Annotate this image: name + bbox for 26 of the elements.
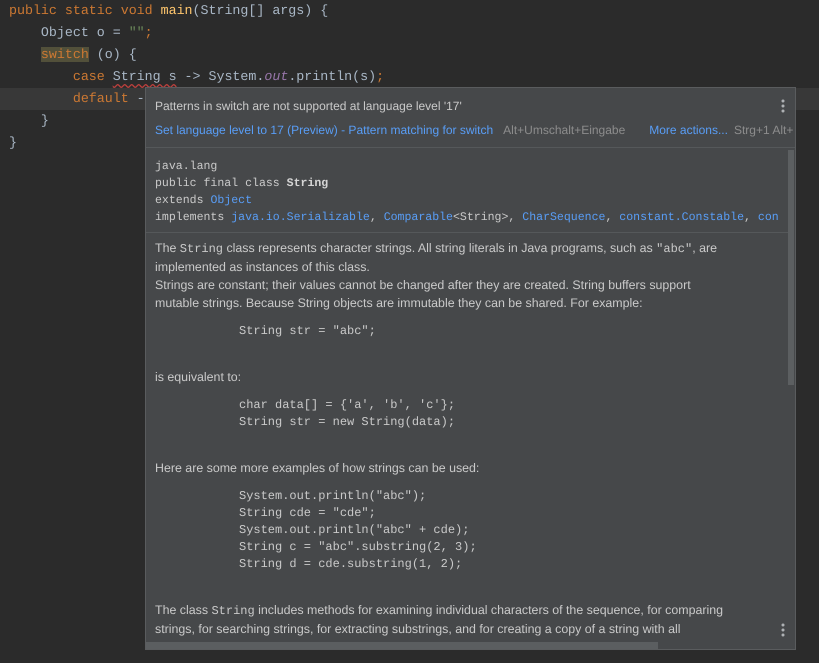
code-line: public static void main(String[] args) { [9,2,328,20]
more-options-icon[interactable] [781,623,785,637]
doc-paragraph: The class String includes methods for examining individual characters of the sequence, for comparing strings, for searching strings, for extracting substrings, and for creating a copy of a string with all [155,602,724,638]
signature-line: public final class String [155,176,328,192]
code-line: case String s -> System.out.println(s); [72,68,384,86]
code-line: } [40,112,49,130]
doc-paragraph: The String class represents character strings. All string literals in Java programs, such as "abc", are implemented as instances of this class. Strings are constant; their values cannot be changed after they are created. String buffers support mutable strings. Because String objects are immutable they can be shared. For example: [155,240,717,312]
more-actions-link[interactable]: More actions... [649,121,728,139]
code-line: } [9,134,17,152]
code-line: Object o = ""; [40,24,153,42]
code-example: char data[] = {'a', 'b', 'c'}; String str = new String(data); [239,397,456,431]
signature-line: java.lang [155,159,218,175]
code-line: switch (o) { [40,46,137,64]
code-line: default - [72,90,145,108]
shortcut-hint: Strg+1 Alt+ [734,122,794,139]
shortcut-hint: Alt+Umschalt+Eingabe [503,122,626,139]
doc-paragraph: Here are some more examples of how strings can be used: [155,460,480,477]
code-example: System.out.println("abc"); String cde = "cde"; System.out.println("abc" + cde); String c = "abc".substring(2, 3); String d = cde.substring(1, 2); [239,488,477,573]
more-options-icon[interactable] [781,99,785,113]
horizontal-scrollbar[interactable] [146,642,658,649]
quick-fix-link[interactable]: Set language level to 17 (Preview) - Pattern matching for switch [155,121,494,139]
signature-line: implements java.io.Serializable, Comparable<String>, CharSequence, constant.Constable, con [155,210,779,226]
doc-paragraph: is equivalent to: [155,369,242,386]
error-message: Patterns in switch are not supported at language level '17' [155,98,462,115]
signature-line: extends Object [155,193,252,209]
code-example: String str = "abc"; [239,323,376,340]
